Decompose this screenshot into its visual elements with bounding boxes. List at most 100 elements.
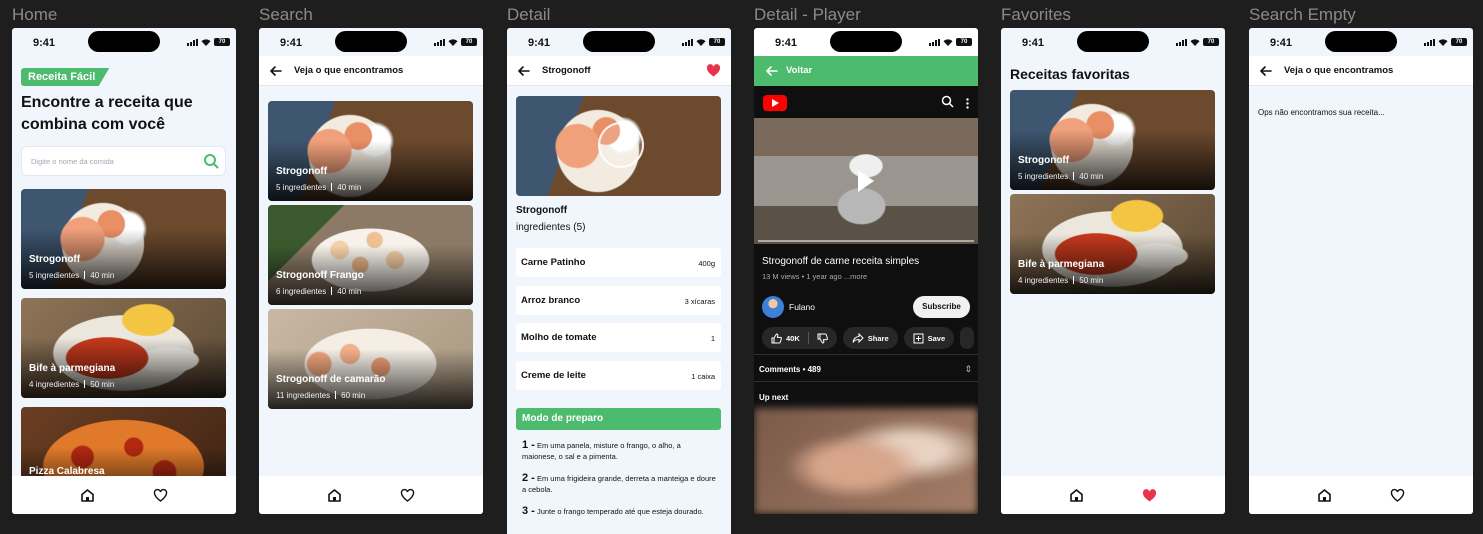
- recipe-ingredients: 4 ingredientes: [1018, 276, 1069, 285]
- heart-outline-icon[interactable]: [153, 488, 168, 503]
- ingredient-row: Arroz branco 3 xícaras: [516, 286, 721, 315]
- channel-name[interactable]: Fulano: [789, 302, 815, 312]
- recipe-name: Strogonoff: [276, 166, 328, 177]
- ingredient-qty: 1: [710, 334, 715, 343]
- expand-icon[interactable]: ⇕: [964, 364, 972, 375]
- bottom-nav: [1249, 476, 1473, 514]
- thumbs-down-icon[interactable]: [817, 333, 828, 344]
- step-number: 2 -: [522, 472, 535, 484]
- signal-icon: [1424, 38, 1435, 46]
- wifi-icon: [201, 38, 211, 46]
- recipe-card[interactable]: Bife à parmegiana 4 ingredientes 50 min: [21, 298, 226, 398]
- search-empty-screen: 9:41 70 Veja o que encontramos Ops não e…: [1249, 28, 1473, 514]
- status-time: 9:41: [775, 37, 798, 49]
- ingredient-row: Molho de tomate 1: [516, 323, 721, 352]
- video-player[interactable]: [754, 118, 978, 244]
- comments-section[interactable]: Comments • 489 ⇕: [754, 354, 978, 382]
- back-arrow-icon[interactable]: [765, 64, 779, 83]
- status-time: 9:41: [1022, 37, 1045, 49]
- step-number: 3 -: [522, 505, 535, 517]
- recipe-time: 50 min: [90, 380, 115, 389]
- ingredient-row: Carne Patinho 400g: [516, 248, 721, 277]
- recipe-ingredients: 5 ingredientes: [29, 271, 80, 280]
- recipe-ingredients: 5 ingredientes: [1018, 172, 1069, 181]
- heart-outline-icon[interactable]: [1390, 488, 1405, 503]
- search-icon[interactable]: [941, 95, 954, 113]
- recipe-time: 40 min: [337, 287, 362, 296]
- frame-label-home: Home: [12, 5, 58, 24]
- video-progress-bar[interactable]: [758, 240, 974, 242]
- header: Veja o que encontramos: [1249, 56, 1473, 86]
- header: Strogonoff: [507, 56, 731, 86]
- share-button[interactable]: Share: [842, 327, 898, 349]
- player-header: Voltar: [754, 56, 978, 86]
- page-title: Receitas favoritas: [1010, 66, 1130, 82]
- recipe-card[interactable]: Strogonoff de camarão 11 ingredientes 60 …: [268, 309, 473, 409]
- heart-filled-icon[interactable]: [1142, 488, 1157, 503]
- ingredient-name: Arroz branco: [521, 295, 581, 306]
- wifi-icon: [943, 38, 953, 46]
- battery-icon: 70: [1451, 38, 1467, 46]
- status-bar: 9:41 70: [1001, 28, 1225, 56]
- battery-icon: 70: [709, 38, 725, 46]
- header: Veja o que encontramos: [259, 56, 483, 86]
- recipe-card[interactable]: Strogonoff 5 ingredientes 40 min: [268, 101, 473, 201]
- recipe-card[interactable]: Bife à parmegiana 4 ingredientes 50 min: [1010, 194, 1215, 294]
- heart-outline-icon[interactable]: [400, 488, 415, 503]
- signal-icon: [434, 38, 445, 46]
- recipe-ingredients: 5 ingredientes: [276, 183, 327, 192]
- ingredient-qty: 3 xícaras: [684, 297, 715, 306]
- signal-icon: [1176, 38, 1187, 46]
- recipe-ingredients: 4 ingredientes: [29, 380, 80, 389]
- dynamic-island: [1325, 31, 1397, 52]
- recipe-card[interactable]: Strogonoff Frango 6 ingredientes 40 min: [268, 205, 473, 305]
- subscribe-button[interactable]: Subscribe: [913, 296, 970, 318]
- home-icon[interactable]: [80, 488, 95, 503]
- page-title: Veja o que encontramos: [294, 65, 404, 76]
- video-views[interactable]: 13 M views • 1 year ago ...more: [762, 272, 867, 281]
- dynamic-island: [335, 31, 407, 52]
- ingredient-name: Molho de tomate: [521, 332, 597, 343]
- save-button[interactable]: Save: [903, 327, 955, 349]
- back-arrow-icon[interactable]: [517, 64, 531, 78]
- ingredient-qty: 400g: [698, 259, 715, 268]
- recipe-card[interactable]: Strogonoff 5 ingredientes 40 min: [1010, 90, 1215, 190]
- youtube-logo-icon: [763, 95, 787, 111]
- home-headline: Encontre a receita que combina com você: [21, 94, 193, 133]
- play-icon[interactable]: [598, 122, 644, 168]
- home-icon[interactable]: [1317, 488, 1332, 503]
- recipe-ingredients: 11 ingredientes: [276, 391, 331, 400]
- wifi-icon: [1190, 38, 1200, 46]
- back-arrow-icon[interactable]: [1259, 64, 1273, 78]
- home-icon[interactable]: [327, 488, 342, 503]
- share-label: Share: [867, 333, 889, 343]
- heart-filled-icon[interactable]: [706, 63, 721, 83]
- back-button[interactable]: Voltar: [786, 65, 812, 76]
- empty-state-message: Ops não encontramos sua receita...: [1258, 108, 1385, 117]
- signal-icon: [187, 38, 198, 46]
- up-next-label: Up next: [759, 393, 789, 402]
- signal-icon: [929, 38, 940, 46]
- play-icon[interactable]: [858, 170, 874, 192]
- search-icon[interactable]: [203, 153, 219, 174]
- search-input[interactable]: Digite o nome da comida: [21, 146, 226, 176]
- more-actions-button[interactable]: [960, 327, 975, 349]
- more-vertical-icon[interactable]: [966, 96, 969, 114]
- recipe-name: Strogonoff: [29, 254, 81, 265]
- comments-count: Comments • 489: [759, 365, 821, 374]
- home-icon[interactable]: [1069, 488, 1084, 503]
- recipe-ingredients: 6 ingredientes: [276, 287, 327, 296]
- recipe-name: Strogonoff: [1018, 155, 1070, 166]
- step-text: Em uma panela, misture o frango, o alho,…: [522, 441, 681, 461]
- ingredients-count: ingredientes (5): [516, 222, 586, 233]
- ingredient-name: Creme de leite: [521, 370, 586, 381]
- battery-icon: 70: [214, 38, 230, 46]
- ingredient-qty: 1 caixa: [691, 372, 715, 381]
- recipe-card[interactable]: Strogonoff 5 ingredientes 40 min: [21, 189, 226, 289]
- recipe-video-thumbnail[interactable]: [516, 96, 721, 196]
- up-next-thumbnail[interactable]: [754, 408, 978, 514]
- ingredient-row: Creme de leite 1 caixa: [516, 361, 721, 390]
- back-arrow-icon[interactable]: [269, 64, 283, 78]
- like-button[interactable]: 40K: [762, 327, 837, 349]
- avatar[interactable]: [762, 296, 784, 318]
